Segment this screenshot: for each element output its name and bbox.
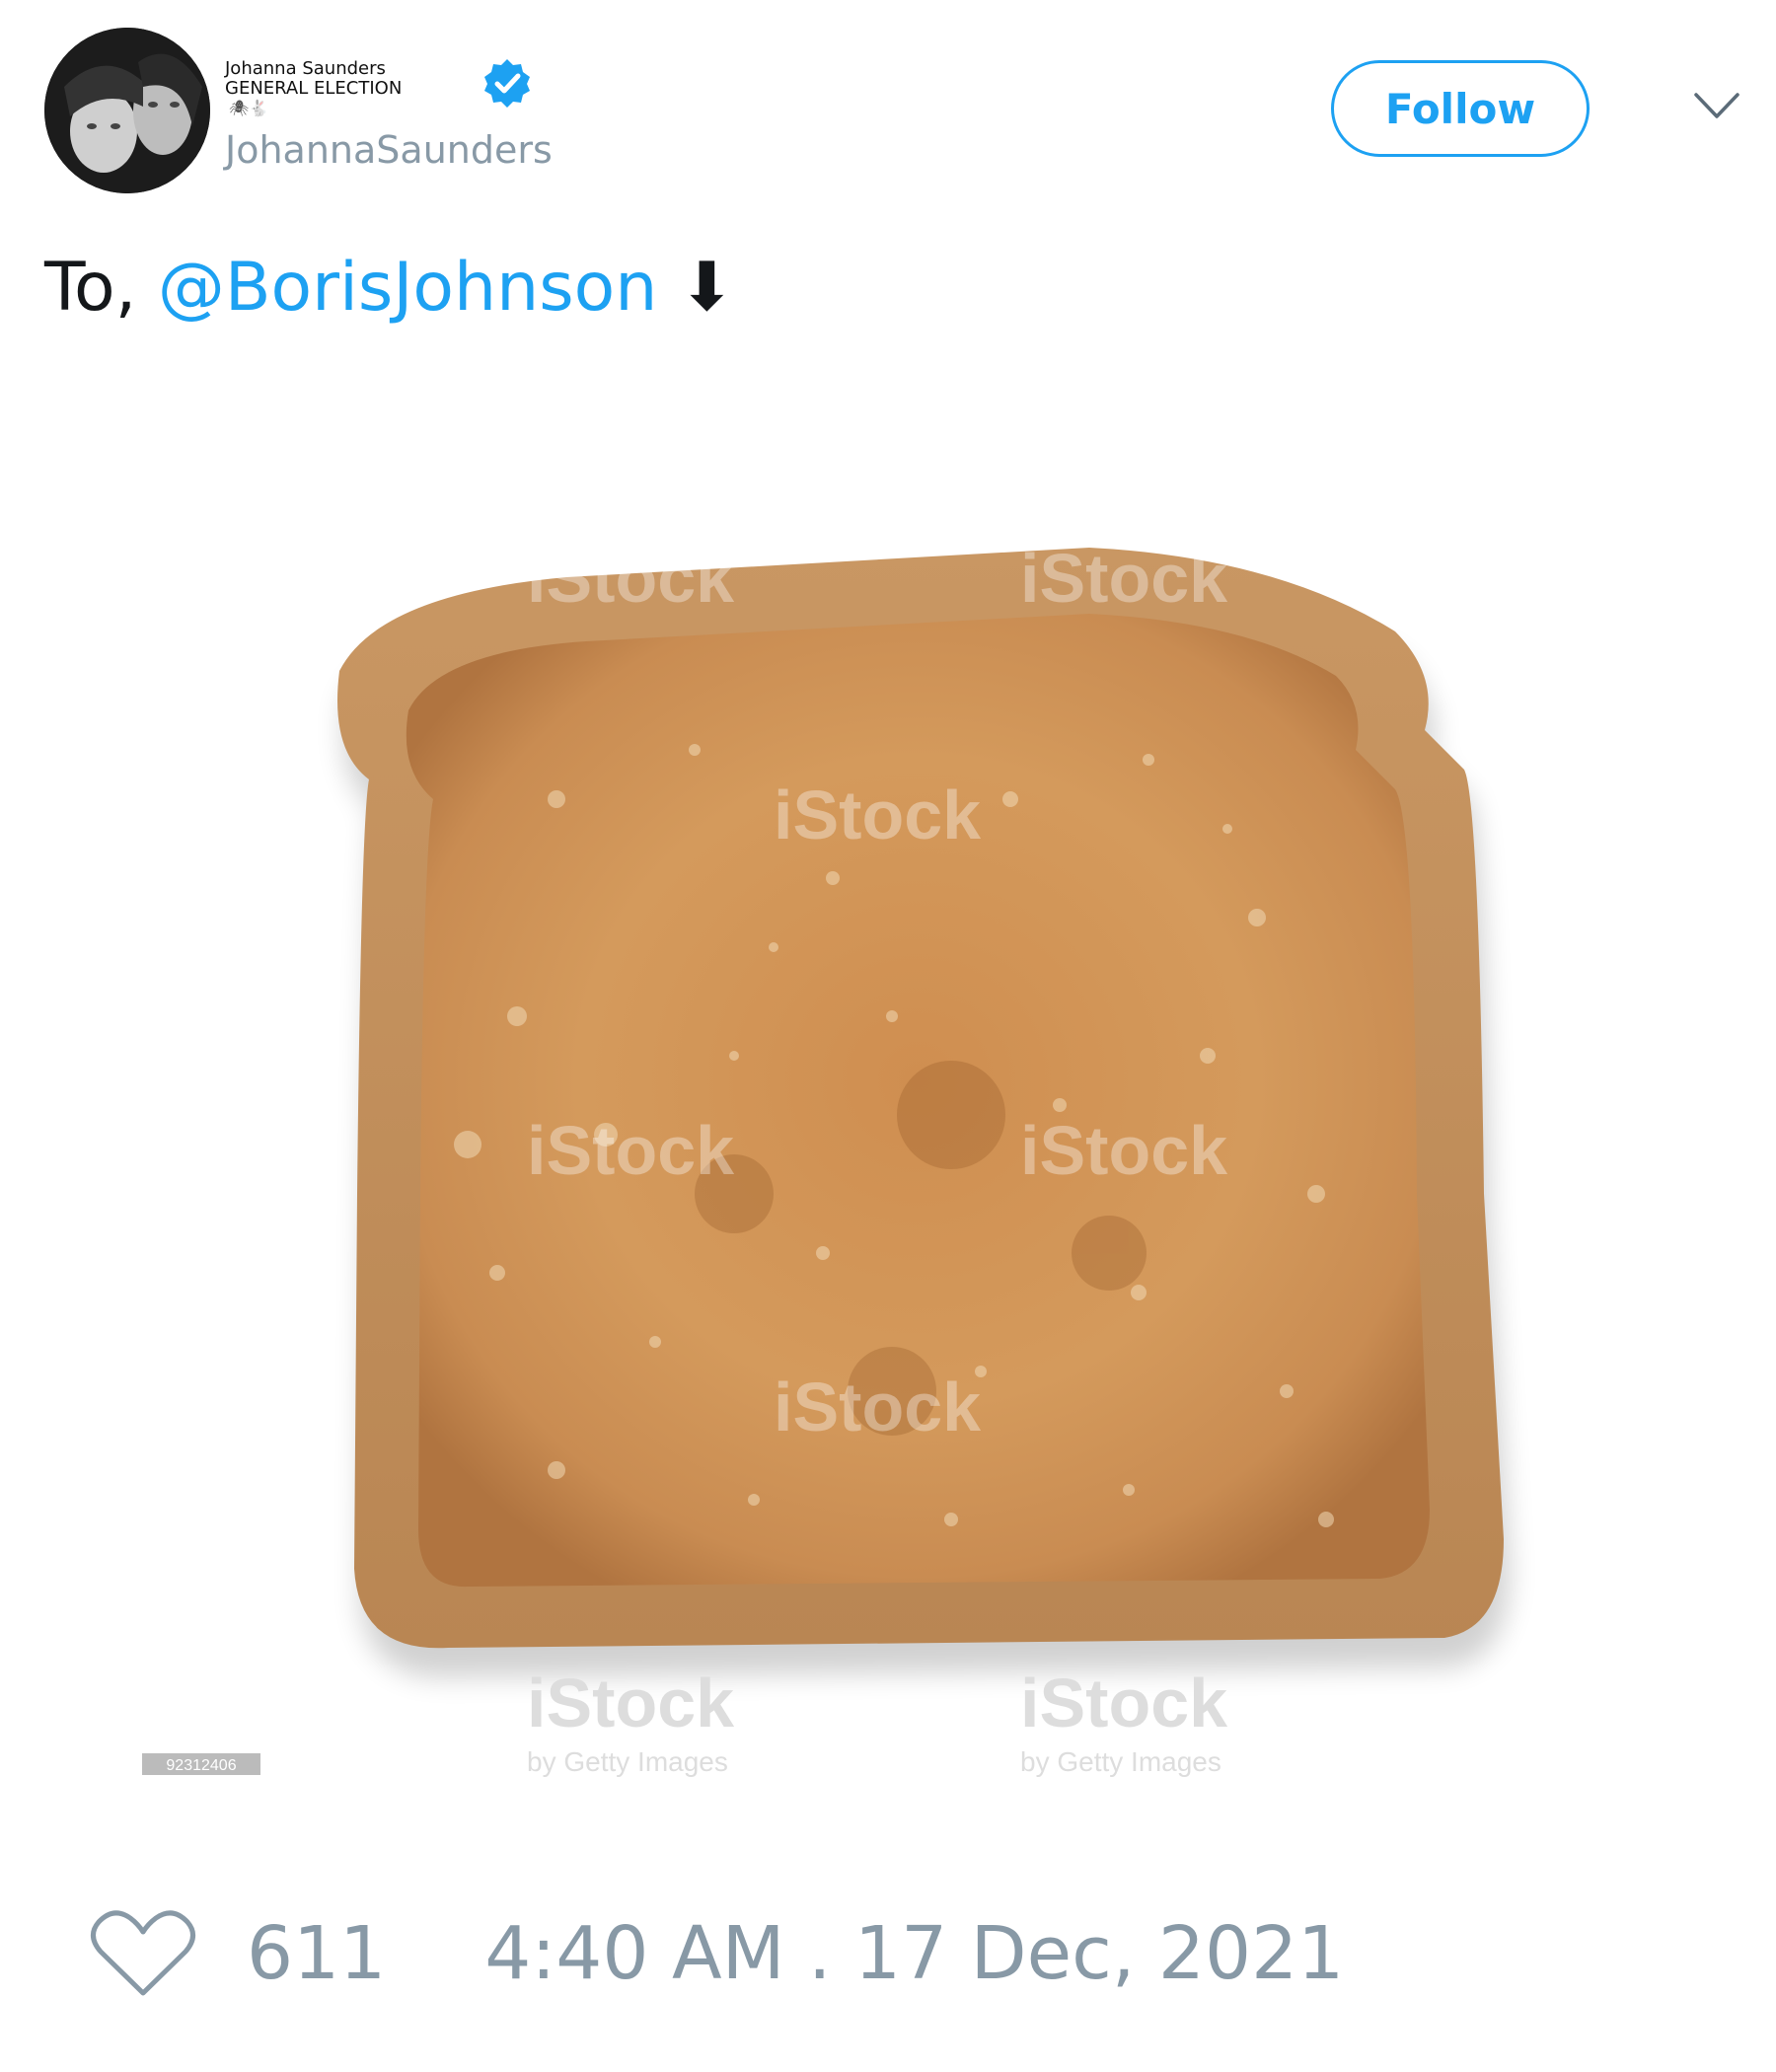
heart-icon[interactable] xyxy=(89,1906,197,2001)
watermark-8: iStock xyxy=(1020,1665,1227,1741)
watermark-1: iStock xyxy=(527,540,734,617)
like-count: 611 xyxy=(247,1911,387,1996)
watermark-sub-2: by Getty Images xyxy=(1020,1746,1221,1777)
mention-link[interactable]: @BorisJohnson xyxy=(158,249,658,327)
user-handle[interactable]: JohannaSaunders xyxy=(225,128,553,172)
watermark-5: iStock xyxy=(1020,1112,1227,1189)
watermark-7: iStock xyxy=(527,1665,734,1741)
watermark-3: iStock xyxy=(774,777,981,853)
tweet-text: To, @BorisJohnson ⬇ xyxy=(44,249,735,327)
name-emoji: 🕷🐇 xyxy=(229,99,269,117)
chevron-down-icon[interactable] xyxy=(1692,89,1741,122)
watermark-6: iStock xyxy=(774,1369,981,1445)
verified-badge-icon xyxy=(484,59,530,108)
tweet-text-prefix: To, xyxy=(44,249,137,327)
avatar[interactable] xyxy=(44,28,210,193)
toast-image: iStock iStock iStock iStock iStock iStoc… xyxy=(142,540,1510,1777)
tweet-footer: 611 4:40 AM . 17 Dec, 2021 xyxy=(89,1904,1344,2003)
display-name-line2: GENERAL ELECTION xyxy=(225,78,403,99)
tweet-image[interactable]: iStock iStock iStock iStock iStock iStoc… xyxy=(142,503,1656,1815)
watermark-sub: by Getty Images xyxy=(527,1746,728,1777)
display-name[interactable]: Johanna Saunders GENERAL ELECTION 🕷🐇 xyxy=(225,59,402,118)
arrow-down-emoji: ⬇ xyxy=(678,249,735,327)
follow-button[interactable]: Follow xyxy=(1331,60,1590,157)
watermark-2: iStock xyxy=(1020,540,1227,617)
timestamp[interactable]: 4:40 AM . 17 Dec, 2021 xyxy=(484,1911,1344,1996)
watermark-4: iStock xyxy=(527,1112,734,1189)
display-name-line1: Johanna Saunders xyxy=(225,58,386,79)
avatar-photo xyxy=(44,28,210,193)
image-id: 92312406 xyxy=(166,1757,236,1774)
